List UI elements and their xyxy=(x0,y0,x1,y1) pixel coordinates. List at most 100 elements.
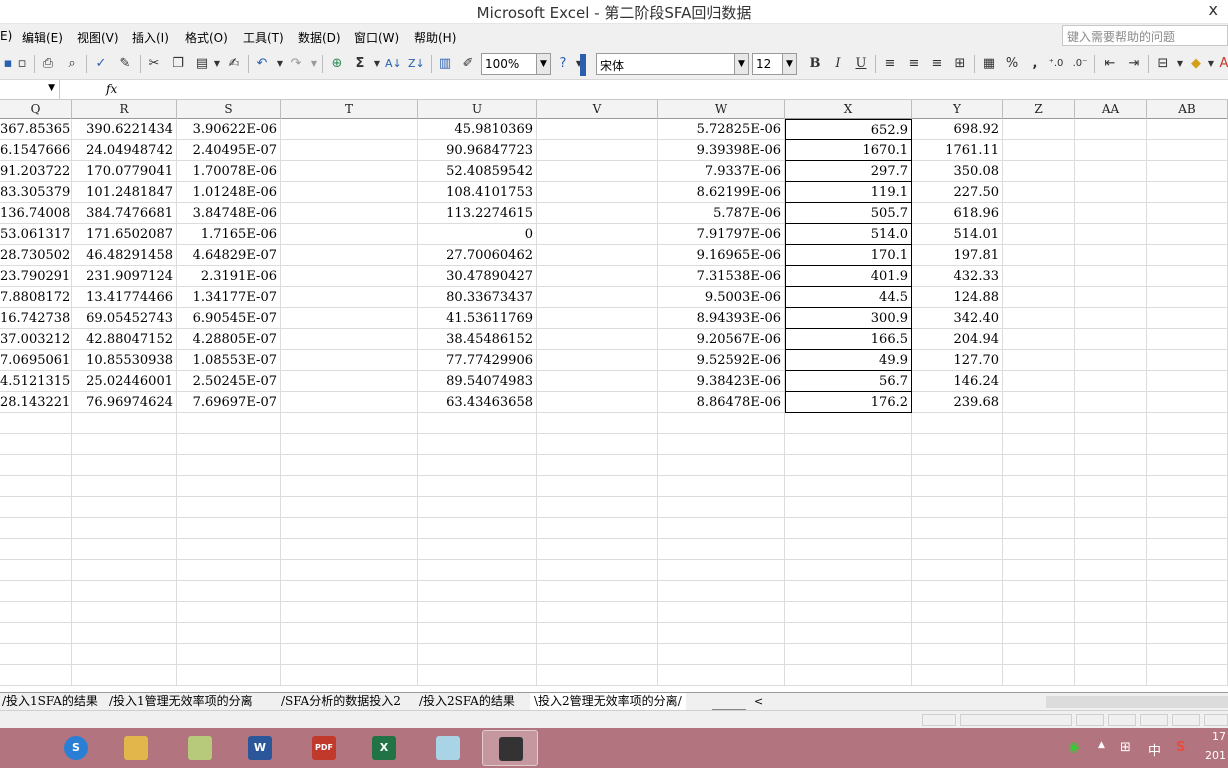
cell[interactable]: 13.41774466 xyxy=(72,287,177,308)
cell[interactable]: 46.48291458 xyxy=(72,245,177,266)
cell[interactable]: 9.16965E-06 xyxy=(658,245,785,266)
cell[interactable] xyxy=(281,581,418,602)
taskbar-excel[interactable]: X xyxy=(356,730,412,766)
cell[interactable]: 25.02446001 xyxy=(72,371,177,392)
taskbar-pdf-reader[interactable]: PDF xyxy=(296,730,352,766)
cell[interactable] xyxy=(1075,497,1147,518)
menu-tools[interactable]: 工具(T) xyxy=(243,29,284,46)
column-header[interactable]: X xyxy=(785,100,912,119)
sheet-tab[interactable]: /SFA分析的数据投入2 xyxy=(281,693,401,710)
cell[interactable] xyxy=(1075,224,1147,245)
cell[interactable] xyxy=(785,581,912,602)
cell[interactable] xyxy=(177,665,281,686)
cell[interactable] xyxy=(72,539,177,560)
cell[interactable]: 204.94 xyxy=(912,329,1003,350)
cell[interactable] xyxy=(785,497,912,518)
cell[interactable]: 300.9 xyxy=(785,308,912,329)
cell[interactable] xyxy=(0,434,72,455)
cell[interactable] xyxy=(1003,602,1075,623)
cell[interactable] xyxy=(537,308,658,329)
cell[interactable] xyxy=(1147,455,1228,476)
cell[interactable] xyxy=(1075,665,1147,686)
cell[interactable]: 239.68 xyxy=(912,392,1003,413)
cell[interactable] xyxy=(1003,539,1075,560)
paste-dropdown-icon[interactable]: ▼ xyxy=(209,56,225,72)
cell[interactable]: 9.20567E-06 xyxy=(658,329,785,350)
cell[interactable] xyxy=(281,434,418,455)
cell[interactable] xyxy=(0,581,72,602)
redo-icon[interactable]: ↷ xyxy=(288,56,304,72)
align-center-icon[interactable]: ≡ xyxy=(906,56,922,72)
cell[interactable] xyxy=(537,224,658,245)
cell[interactable] xyxy=(1003,203,1075,224)
column-header[interactable]: W xyxy=(658,100,785,119)
menu-format[interactable]: 格式(O) xyxy=(185,29,228,46)
cell[interactable]: 8.94393E-06 xyxy=(658,308,785,329)
cell[interactable] xyxy=(537,560,658,581)
ime-indicator[interactable]: 中 xyxy=(1148,740,1161,759)
merge-center-icon[interactable]: ⊞ xyxy=(952,56,968,72)
cell[interactable] xyxy=(0,644,72,665)
cell[interactable] xyxy=(912,602,1003,623)
cell[interactable] xyxy=(0,665,72,686)
cell[interactable]: 166.5 xyxy=(785,329,912,350)
align-right-icon[interactable]: ≡ xyxy=(929,56,945,72)
cell[interactable] xyxy=(1075,539,1147,560)
cell[interactable] xyxy=(537,203,658,224)
cell[interactable] xyxy=(1003,140,1075,161)
cell[interactable] xyxy=(537,602,658,623)
cell[interactable] xyxy=(537,266,658,287)
cell[interactable]: 1.08553E-07 xyxy=(177,350,281,371)
cell[interactable]: 1.34177E-07 xyxy=(177,287,281,308)
cell[interactable] xyxy=(537,287,658,308)
taskbar-notes[interactable] xyxy=(172,730,228,766)
drawing-icon[interactable]: ✐ xyxy=(460,56,476,72)
cell[interactable] xyxy=(537,518,658,539)
cell[interactable] xyxy=(537,140,658,161)
cut-icon[interactable]: ✂ xyxy=(146,56,162,72)
cell[interactable]: 367.85365 xyxy=(0,119,72,140)
cell[interactable] xyxy=(658,434,785,455)
cell[interactable] xyxy=(1003,644,1075,665)
cell[interactable] xyxy=(1147,665,1228,686)
cell[interactable]: 652.9 xyxy=(785,119,912,140)
cell[interactable] xyxy=(177,476,281,497)
autosum-icon[interactable]: Σ xyxy=(352,56,368,72)
cell[interactable] xyxy=(0,623,72,644)
cell[interactable] xyxy=(785,602,912,623)
cell[interactable] xyxy=(418,623,537,644)
cell[interactable] xyxy=(72,665,177,686)
cell[interactable]: 113.2274615 xyxy=(418,203,537,224)
increase-indent-icon[interactable]: ⇥ xyxy=(1126,56,1142,72)
comma-button[interactable]: , xyxy=(1027,56,1043,72)
cell[interactable]: 4.5121315 xyxy=(0,371,72,392)
cell[interactable]: 401.9 xyxy=(785,266,912,287)
worksheet-grid[interactable]: Q R S T U V W X Y Z AA AB 367.85365 390.6221434 3.906… xyxy=(0,100,1228,692)
cell[interactable] xyxy=(1003,182,1075,203)
tray-expand-icon[interactable]: ▲ xyxy=(1098,740,1105,750)
cell[interactable] xyxy=(785,455,912,476)
cell[interactable] xyxy=(1003,434,1075,455)
cell[interactable] xyxy=(537,581,658,602)
cell[interactable] xyxy=(1075,602,1147,623)
cell[interactable]: 170.1 xyxy=(785,245,912,266)
cell[interactable] xyxy=(1075,350,1147,371)
cell[interactable] xyxy=(1147,203,1228,224)
sheet-tab[interactable]: /投入1SFA的结果 xyxy=(2,693,98,710)
cell[interactable] xyxy=(912,434,1003,455)
cell[interactable]: 9.52592E-06 xyxy=(658,350,785,371)
toolbar-grip[interactable] xyxy=(580,54,586,76)
cell[interactable] xyxy=(537,644,658,665)
cell[interactable]: 136.74008 xyxy=(0,203,72,224)
cell[interactable] xyxy=(658,413,785,434)
cell[interactable] xyxy=(1075,476,1147,497)
cell[interactable] xyxy=(1003,560,1075,581)
cell[interactable]: 10.85530938 xyxy=(72,350,177,371)
cell[interactable] xyxy=(177,455,281,476)
taskbar-camera-recorder[interactable] xyxy=(482,730,538,766)
cell[interactable] xyxy=(537,665,658,686)
cell[interactable]: 1670.1 xyxy=(785,140,912,161)
cell[interactable] xyxy=(0,497,72,518)
cell[interactable] xyxy=(177,518,281,539)
cell[interactable] xyxy=(1075,203,1147,224)
